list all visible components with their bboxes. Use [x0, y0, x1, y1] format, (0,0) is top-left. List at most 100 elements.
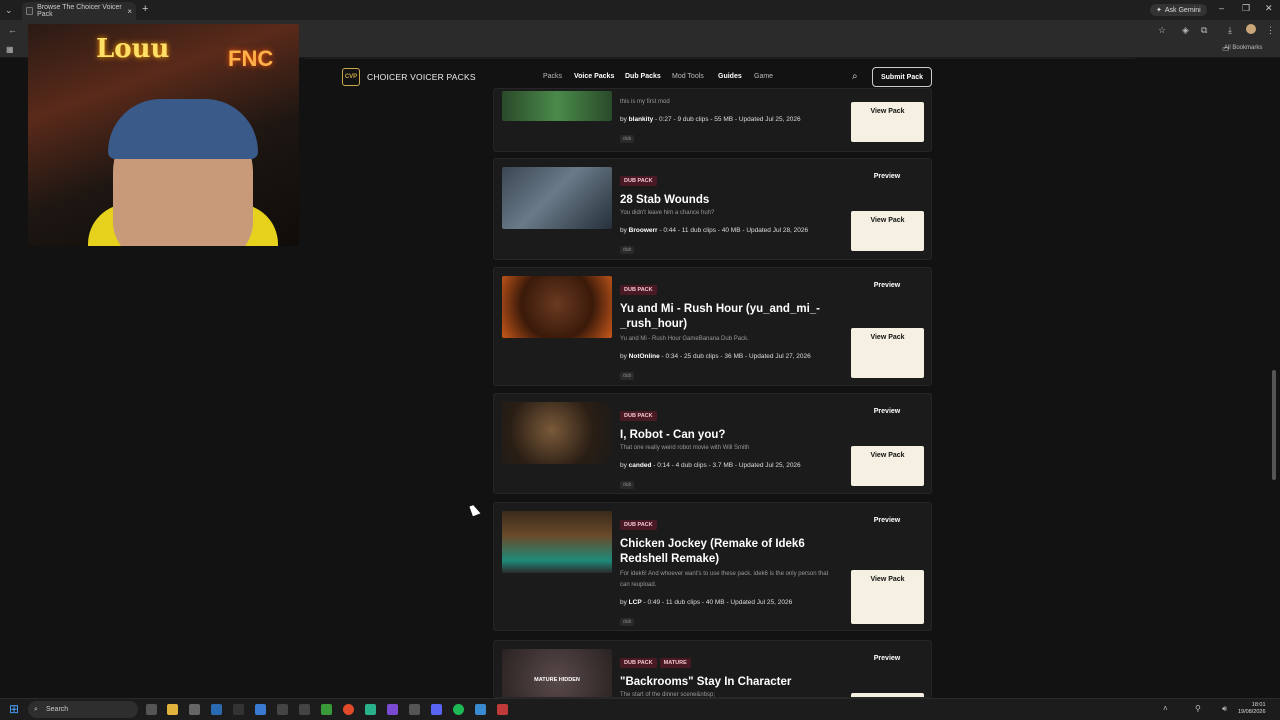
- pack-tag[interactable]: dub: [620, 618, 635, 626]
- view-pack-button[interactable]: View Pack: [851, 570, 924, 624]
- preview-button[interactable]: Preview: [851, 408, 923, 415]
- browser-tab[interactable]: Browse The Choicer Voicer Pack ×: [22, 2, 136, 20]
- start-icon[interactable]: ⊞: [9, 702, 19, 716]
- app-icon[interactable]: [497, 704, 508, 715]
- restore-icon[interactable]: ❐: [1242, 3, 1250, 14]
- app-icon[interactable]: [255, 704, 266, 715]
- extension-icon[interactable]: ◈: [1182, 25, 1189, 36]
- app-icon[interactable]: [387, 704, 398, 715]
- mouse-cursor: [469, 503, 481, 517]
- profile-avatar[interactable]: [1246, 24, 1256, 34]
- pack-tag[interactable]: dub: [620, 481, 635, 489]
- pack-thumbnail[interactable]: [502, 511, 612, 573]
- preview-button[interactable]: Preview: [851, 173, 923, 180]
- pack-card: DUB PACK Yu and Mi - Rush Hour (yu_and_m…: [493, 267, 932, 386]
- taskbar-search-label: Search: [46, 706, 69, 713]
- pack-meta: - 0:14 - 4 dub clips - 3.7 MB - Updated …: [651, 462, 801, 469]
- neon-sign: Louu: [96, 34, 170, 64]
- system-clock[interactable]: 18:01 19/08/2026: [1238, 702, 1266, 716]
- steam-icon[interactable]: [211, 704, 222, 715]
- nav-game[interactable]: Game: [754, 73, 773, 80]
- pack-description: Yu and Mi - Rush Hour GameBanana Dub Pac…: [620, 336, 749, 342]
- preview-button[interactable]: Preview: [851, 655, 923, 662]
- nav-voice-packs[interactable]: Voice Packs: [574, 73, 614, 80]
- clock-time: 18:01: [1251, 702, 1266, 708]
- pack-tag[interactable]: dub: [620, 246, 635, 254]
- pack-title[interactable]: Chicken Jockey (Remake of Idek6 Redshell…: [620, 537, 830, 567]
- pack-title[interactable]: Yu and Mi - Rush Hour (yu_and_mi_-_rush_…: [620, 302, 842, 332]
- chrome-icon[interactable]: [343, 704, 354, 715]
- app-icon[interactable]: [365, 704, 376, 715]
- pack-author[interactable]: LCP: [629, 599, 642, 606]
- pack-author[interactable]: Broowerr: [629, 227, 658, 234]
- app-icon[interactable]: [277, 704, 288, 715]
- search-icon[interactable]: ⌕: [852, 71, 864, 83]
- app-icon[interactable]: [321, 704, 332, 715]
- dub-pack-badge: DUB PACK: [620, 658, 657, 668]
- all-bookmarks-link[interactable]: All Bookmarks: [1224, 45, 1262, 51]
- back-icon[interactable]: ←: [8, 25, 17, 35]
- taskbar: ⊞ ⌕ Search ˄ ⚲ 🔊︎ 18:01 19/08/2026: [0, 698, 1280, 720]
- site-brand[interactable]: CHOICER VOICER PACKS: [367, 72, 476, 82]
- tab-search-icon[interactable]: ⌄: [5, 5, 13, 16]
- gemini-icon: ✦: [1156, 7, 1162, 14]
- download-icon[interactable]: ⤓: [1228, 25, 1232, 36]
- preview-button[interactable]: Preview: [851, 517, 923, 524]
- nav-packs[interactable]: Packs: [543, 73, 562, 80]
- pack-tag[interactable]: dub: [620, 135, 635, 143]
- pack-title[interactable]: 28 Stab Wounds: [620, 193, 840, 208]
- extensions-puzzle-icon[interactable]: ⧉: [1201, 25, 1207, 36]
- pack-author[interactable]: blankity: [629, 116, 654, 123]
- dub-pack-badge: DUB PACK: [620, 411, 657, 421]
- pack-tag[interactable]: dub: [620, 372, 635, 380]
- network-icon[interactable]: ⚲: [1195, 704, 1201, 713]
- submit-pack-button[interactable]: Submit Pack: [872, 67, 932, 87]
- nav-mod-tools[interactable]: Mod Tools: [672, 73, 704, 80]
- pack-thumbnail[interactable]: [502, 91, 612, 121]
- menu-icon[interactable]: ⋮: [1266, 25, 1275, 36]
- view-pack-button[interactable]: View Pack: [851, 446, 924, 486]
- view-pack-button[interactable]: View Pack: [851, 328, 924, 378]
- file-explorer-icon[interactable]: [167, 704, 178, 715]
- task-view-icon[interactable]: [146, 704, 157, 715]
- ask-gemini-button[interactable]: ✦ Ask Gemini: [1150, 4, 1207, 16]
- app-icon[interactable]: [409, 704, 420, 715]
- chevron-up-icon[interactable]: ˄: [1163, 704, 1168, 713]
- page-scrollbar[interactable]: [1272, 370, 1276, 480]
- mature-badge: MATURE: [659, 658, 691, 668]
- pack-card: DUB PACK Chicken Jockey (Remake of Idek6…: [493, 502, 932, 631]
- preview-button[interactable]: Preview: [851, 282, 923, 289]
- pack-meta: - 0:49 - 11 dub clips - 40 MB - Updated …: [641, 599, 793, 606]
- pack-title[interactable]: "Backrooms" Stay In Character: [620, 675, 840, 690]
- taskbar-search[interactable]: ⌕ Search: [28, 701, 138, 718]
- close-window-icon[interactable]: ✕: [1265, 3, 1273, 14]
- app-icon[interactable]: [189, 704, 200, 715]
- view-pack-button[interactable]: View Pack: [851, 211, 924, 251]
- bookmark-star-icon[interactable]: ☆: [1158, 25, 1166, 36]
- new-tab-button[interactable]: +: [142, 3, 148, 15]
- nav-dub-packs[interactable]: Dub Packs: [625, 73, 661, 80]
- app-icon[interactable]: [475, 704, 486, 715]
- nav-guides[interactable]: Guides: [718, 73, 742, 80]
- minimize-icon[interactable]: –: [1219, 3, 1224, 13]
- pack-thumbnail[interactable]: [502, 167, 612, 229]
- pack-description: For idek6! And whoever want's to use the…: [620, 571, 829, 588]
- pack-meta: - 0:44 - 11 dub clips - 40 MB - Updated …: [657, 227, 809, 234]
- pack-author[interactable]: NotOnline: [629, 353, 660, 360]
- close-tab-icon[interactable]: ×: [127, 7, 132, 16]
- view-pack-button[interactable]: View Pack: [851, 102, 924, 142]
- pack-author[interactable]: canded: [629, 462, 652, 469]
- pack-title[interactable]: I, Robot - Can you?: [620, 428, 840, 443]
- pack-thumbnail[interactable]: [502, 402, 612, 464]
- pack-meta: - 0:27 - 9 dub clips - 55 MB - Updated J…: [653, 116, 801, 123]
- apps-icon[interactable]: ▦: [6, 45, 14, 54]
- app-icon[interactable]: [299, 704, 310, 715]
- spotify-icon[interactable]: [453, 704, 464, 715]
- pack-thumbnail-hidden[interactable]: MATURE HIDDEN: [502, 649, 612, 697]
- app-icon[interactable]: [233, 704, 244, 715]
- pack-thumbnail[interactable]: [502, 276, 612, 338]
- site-logo[interactable]: CVP: [342, 68, 360, 86]
- discord-icon[interactable]: [431, 704, 442, 715]
- volume-icon[interactable]: 🔊︎: [1222, 704, 1227, 714]
- pack-card: this is my first mod by blankity - 0:27 …: [493, 88, 932, 152]
